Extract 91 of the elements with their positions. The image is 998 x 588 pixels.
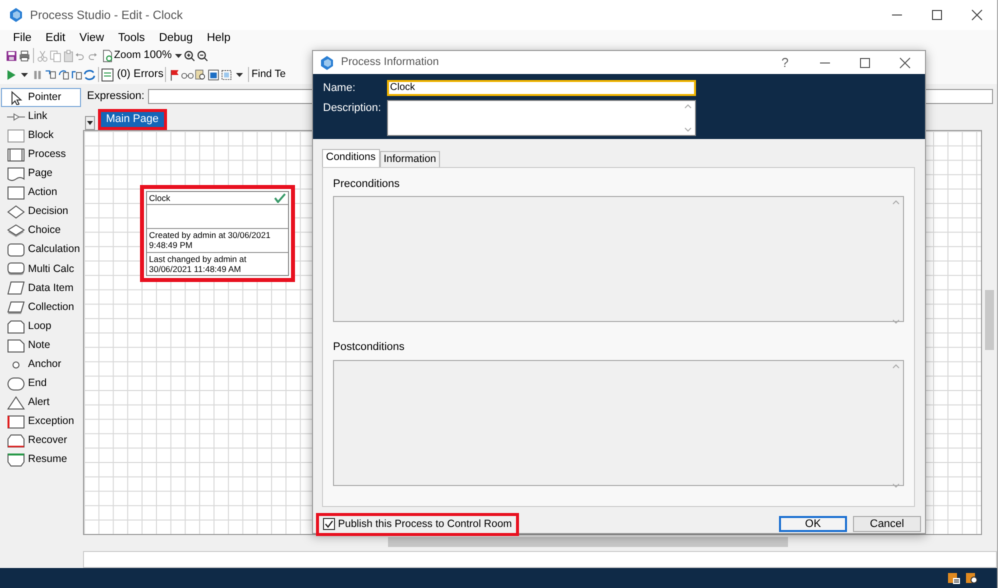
output-field[interactable] [83,551,997,568]
caret-icon[interactable] [18,70,31,78]
palette-item[interactable]: Pointer [1,88,81,108]
start-stage[interactable]: Clock Created by admin at 30/06/2021 9:48:49 PM Last changed by admin at 30/06/2021 11:48:49 AM [146,191,289,276]
postconditions-label: Postconditions [333,340,405,356]
palette-item[interactable]: Exception [1,412,81,432]
status-search-icon[interactable] [965,571,979,585]
dialog-title: Process Information [341,55,439,70]
palette-item[interactable]: Loop [1,317,81,336]
palette-item[interactable]: Link [1,107,81,126]
dialog-button[interactable]: Cancel [853,516,921,532]
dataitem-shape-icon [7,281,25,296]
menu-item[interactable]: File [6,30,39,46]
description-field[interactable] [387,100,696,136]
zoom-label: Zoom [114,48,141,63]
checklist-icon [101,68,115,82]
find-icon[interactable] [194,66,208,82]
dialog-tab[interactable]: Conditions [322,149,380,167]
decision-shape-icon [7,205,25,220]
app-logo-icon [319,54,335,70]
palette-item[interactable]: Decision [1,202,81,222]
dialog-tab[interactable]: Information [380,151,440,167]
action-shape-icon [7,186,25,200]
description-label: Description: [323,100,382,116]
exception-shape-icon [7,415,25,430]
recover-shape-icon [7,434,25,448]
name-field[interactable]: Clock [387,80,696,96]
scroll-arrows-icon [892,199,900,326]
zoom-dropdown[interactable]: 100% [144,50,183,61]
dialog-button[interactable]: OK [779,516,847,532]
collection-shape-icon [7,300,25,315]
publish-checkbox[interactable]: Publish this Process to Control Room [316,512,519,536]
page-shape-icon [7,166,25,181]
calculation-shape-icon [7,243,25,258]
choice-shape-icon [7,224,25,238]
stage-title: Clock [149,193,170,204]
palette-item[interactable]: Process [1,145,81,164]
palette-item[interactable]: End [1,374,81,394]
resume-shape-icon [7,453,25,468]
multicalc-shape-icon [7,262,25,276]
page-tab[interactable]: Main Page [98,108,167,130]
scroll-arrows-icon [892,362,900,489]
page-refresh-icon[interactable] [101,48,114,64]
app-logo-icon [8,7,24,23]
maximize-icon [930,9,944,21]
panel-icon[interactable] [207,66,220,82]
note-shape-icon [7,338,25,353]
caret-icon [174,52,183,60]
palette-item[interactable]: Data Item [1,278,81,298]
process-shape-icon [7,148,25,162]
palette-item[interactable]: Note [1,336,81,356]
palette-item[interactable]: Resume [1,450,81,470]
close-icon [970,9,984,21]
checkbox-icon [323,518,335,530]
palette-item[interactable]: Recover [1,432,81,451]
palette-item[interactable]: Alert [1,394,81,413]
palette-item[interactable]: Block [1,126,81,146]
changed-text: Last changed by admin at 30/06/2021 11:48:49 AM [149,254,246,274]
menu-item[interactable]: View [72,30,112,46]
menu-item[interactable]: Help [200,30,238,46]
menu-item[interactable]: Debug [152,30,200,46]
help-button[interactable]: ? [765,51,805,74]
name-label: Name: [323,81,356,96]
palette-item[interactable]: Calculation [1,240,81,260]
expression-label: Expression: [87,88,144,104]
menu-item[interactable]: Edit [38,30,72,46]
preconditions-label: Preconditions [333,176,400,192]
maximize-icon [858,56,872,68]
palette-item[interactable]: Choice [1,222,81,241]
menu-item[interactable]: Tools [111,30,152,46]
end-shape-icon [7,376,25,391]
scroll-arrows-icon [684,102,692,132]
preconditions-field[interactable] [333,196,904,322]
block-shape-icon [7,128,25,143]
postconditions-field[interactable] [333,360,904,486]
palette-item[interactable]: Collection [1,298,81,318]
close-icon [898,56,912,68]
check-icon [274,193,286,204]
dropdown-icon[interactable] [85,116,95,130]
created-text: Created by admin at 30/06/2021 9:48:49 PM [149,230,270,250]
print-icon[interactable] [18,48,31,64]
palette-item[interactable]: Multi Calc [1,260,81,279]
loop-shape-icon [7,320,25,334]
palette-item[interactable]: Page [1,164,81,184]
palette-item[interactable]: Anchor [1,355,81,374]
status-icon[interactable] [947,571,961,585]
errors-button[interactable]: (0) Errors [101,68,164,82]
find-text-label[interactable]: Find Te [251,66,286,82]
alert-shape-icon [7,396,25,410]
window-title: Process Studio - Edit - Clock [30,7,183,24]
palette-item[interactable]: Action [1,183,81,203]
